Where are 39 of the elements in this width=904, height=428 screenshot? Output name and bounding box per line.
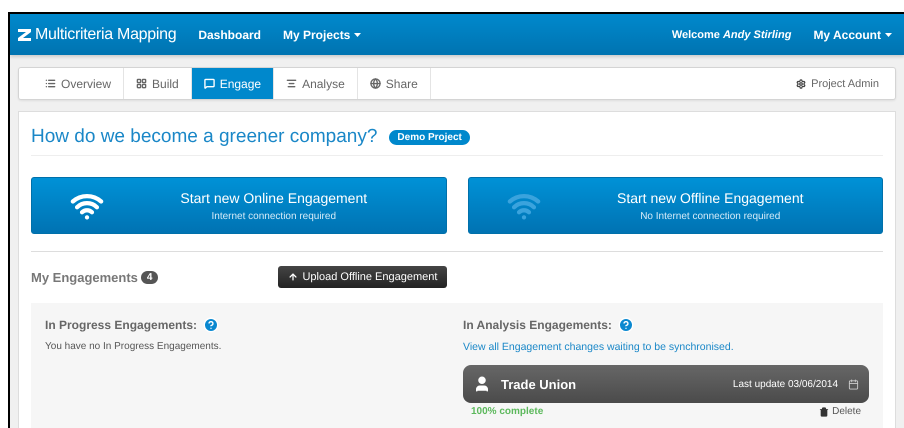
project-title: How do we become a greener company? [31, 126, 378, 148]
engagement-card[interactable]: Trade Union Last update 03/06/2014 [463, 365, 869, 403]
brand-link[interactable]: Multicriteria Mapping [18, 26, 176, 44]
project-admin-link[interactable]: Project Admin [796, 68, 879, 99]
progress-text: 100% complete [471, 406, 544, 417]
section-tab[interactable]: Overview [19, 68, 124, 99]
help-icon[interactable] [203, 317, 220, 333]
project-badge: Demo Project [389, 130, 470, 144]
section-tab[interactable]: Analyse [274, 68, 358, 99]
speech-bubble-icon [204, 78, 215, 89]
delete-link[interactable]: Delete [819, 406, 861, 417]
nav-link[interactable]: Dashboard [198, 28, 261, 42]
trash-icon [819, 406, 830, 416]
globe-icon [370, 78, 381, 89]
person-icon [473, 375, 491, 393]
start-engagement-button[interactable]: Start new Online Engagement Internet connection required [31, 177, 446, 234]
column-heading: In Progress Engagements: [45, 318, 198, 332]
empty-message: You have no In Progress Engagements. [45, 341, 222, 352]
welcome-text: Welcome Andy Stirling [672, 28, 792, 40]
upload-button[interactable]: Upload Offline Engagement [278, 266, 448, 288]
engagement-name: Trade Union [501, 376, 576, 392]
account-menu[interactable]: My Account [813, 28, 892, 42]
section-tab[interactable]: Share [358, 68, 431, 99]
sync-link[interactable]: View all Engagement changes waiting to be synchronised. [463, 341, 734, 353]
last-update-text: Last update 03/06/2014 [732, 378, 838, 390]
lines-icon [286, 78, 298, 89]
grid-icon [136, 78, 148, 89]
section-heading: My Engagements [31, 270, 138, 284]
section-tab[interactable]: Engage [192, 68, 274, 99]
list-icon [45, 78, 56, 89]
nav-link[interactable]: My Projects [283, 28, 362, 42]
calendar-icon [848, 378, 859, 390]
start-engagement-button[interactable]: Start new Offline Engagement No Internet connection required [468, 177, 883, 234]
logo-icon [18, 28, 31, 40]
help-icon[interactable] [618, 317, 634, 333]
count-badge: 4 [140, 270, 158, 284]
column-heading: In Analysis Engagements: [463, 318, 612, 332]
settings-icon [796, 78, 806, 88]
upload-arrow-icon [288, 272, 298, 282]
